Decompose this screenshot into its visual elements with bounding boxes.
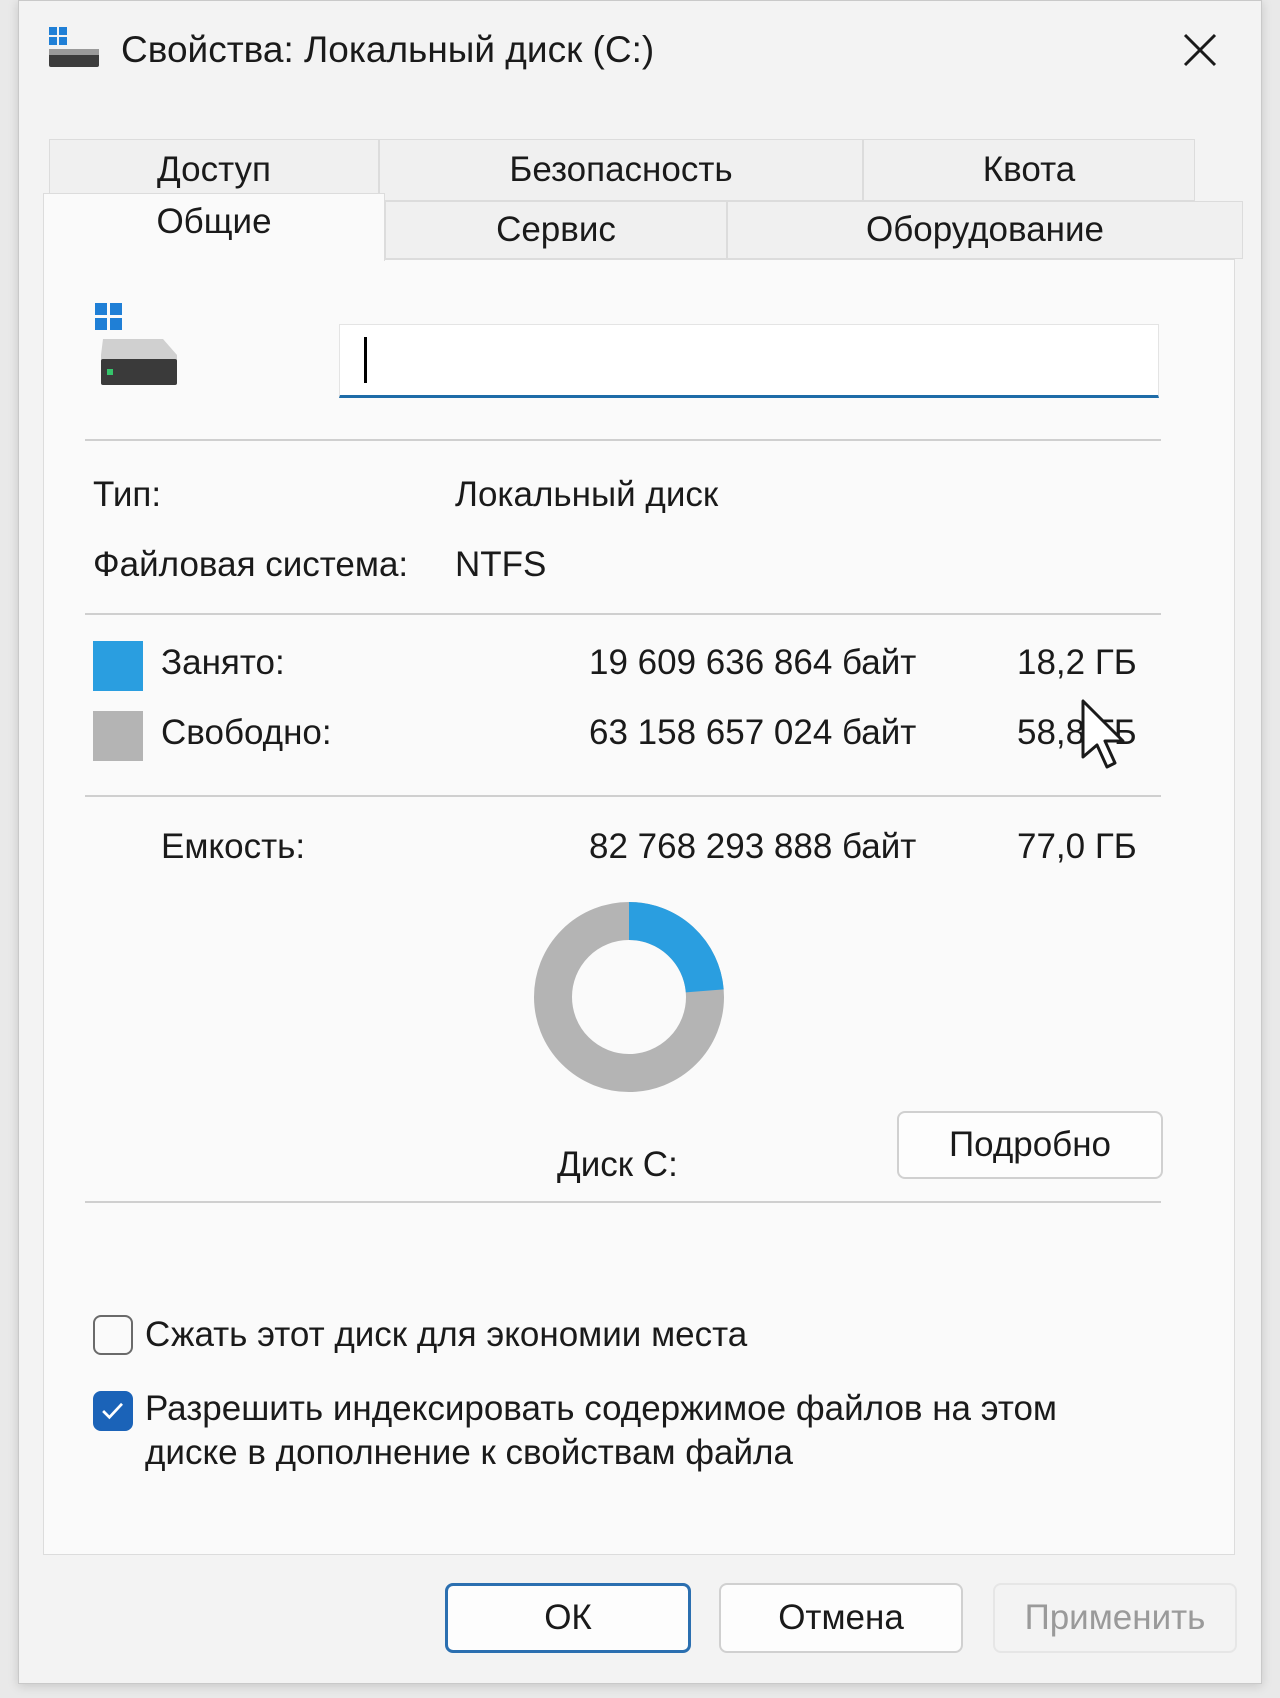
tab-service[interactable]: Сервис <box>385 201 727 259</box>
tab-access[interactable]: Доступ <box>49 139 379 201</box>
index-label-line2: диске в дополнение к свойствам файла <box>145 1433 793 1472</box>
apply-button[interactable]: Применить <box>993 1583 1237 1653</box>
free-space-swatch <box>93 711 143 761</box>
compress-label: Сжать этот диск для экономии места <box>145 1315 748 1354</box>
mouse-pointer-icon <box>1081 699 1125 769</box>
capacity-size: 77,0 ГБ <box>1017 827 1137 866</box>
index-label-line1: Разрешить индексировать содержимое файло… <box>145 1389 1057 1428</box>
divider <box>85 613 1161 615</box>
tab-security[interactable]: Безопасность <box>379 139 863 201</box>
tab-hardware[interactable]: Оборудование <box>727 201 1243 259</box>
filesystem-label: Файловая система: <box>93 545 409 584</box>
compress-checkbox[interactable] <box>93 1315 133 1355</box>
details-button[interactable]: Подробно <box>897 1111 1163 1179</box>
capacity-label: Емкость: <box>161 827 306 866</box>
close-icon[interactable] <box>1173 23 1227 77</box>
free-label: Свободно: <box>161 713 332 752</box>
type-label: Тип: <box>93 475 162 514</box>
tab-general[interactable]: Общие <box>43 193 385 261</box>
used-label: Занято: <box>161 643 285 682</box>
capacity-bytes: 82 768 293 888 байт <box>589 827 917 866</box>
volume-name-input[interactable] <box>339 324 1159 398</box>
text-caret <box>364 337 367 383</box>
ok-button[interactable]: ОК <box>445 1583 691 1653</box>
drive-icon <box>49 27 99 67</box>
title-bar: Свойства: Локальный диск (C:) <box>19 1 1261 111</box>
checkmark-icon <box>102 1402 123 1420</box>
free-bytes: 63 158 657 024 байт <box>589 713 917 752</box>
divider <box>85 1201 1161 1203</box>
divider <box>85 439 1161 441</box>
divider <box>85 795 1161 797</box>
disk-label: Диск C: <box>557 1145 678 1184</box>
properties-dialog: Свойства: Локальный диск (C:) Доступ Без… <box>18 0 1262 1684</box>
used-space-swatch <box>93 641 143 691</box>
used-size: 18,2 ГБ <box>1017 643 1137 682</box>
drive-icon <box>95 303 177 385</box>
index-checkbox[interactable] <box>93 1391 133 1431</box>
used-bytes: 19 609 636 864 байт <box>589 643 917 682</box>
tab-quota[interactable]: Квота <box>863 139 1195 201</box>
disk-usage-donut <box>534 902 724 1092</box>
window-title: Свойства: Локальный диск (C:) <box>121 29 655 70</box>
cancel-button[interactable]: Отмена <box>719 1583 963 1653</box>
filesystem-value: NTFS <box>455 545 547 584</box>
type-value: Локальный диск <box>455 475 719 514</box>
